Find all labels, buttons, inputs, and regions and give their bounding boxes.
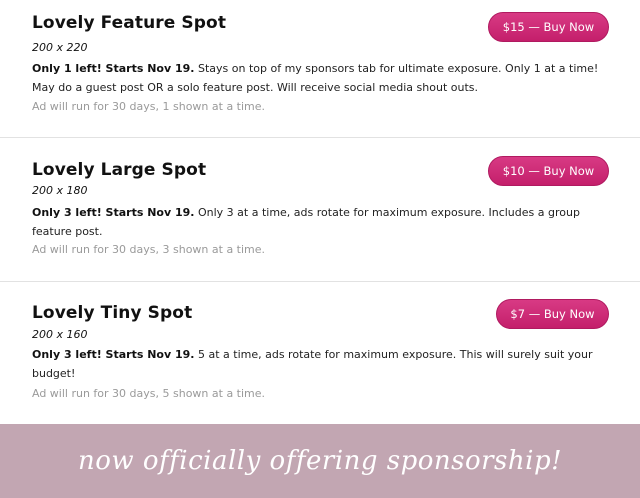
buy-now-button[interactable]: $15 — Buy Now [488, 12, 609, 42]
listing-size: 200 x 160 [32, 328, 88, 341]
listing-size: 200 x 220 [32, 41, 88, 54]
listing-description: Only 3 left! Starts Nov 19. Only 3 at a … [32, 203, 612, 241]
listing-title: Lovely Feature Spot [32, 13, 227, 33]
listing-highlight: Only 1 left! Starts Nov 19. [32, 62, 195, 75]
listing-run-info: Ad will run for 30 days, 1 shown at a ti… [32, 100, 266, 113]
listing-title: Lovely Tiny Spot [32, 303, 193, 323]
listing-description: Only 3 left! Starts Nov 19. 5 at a time,… [32, 345, 612, 383]
listing-tiny-spot: Lovely Tiny Spot 200 x 160 Only 3 left! … [0, 281, 640, 421]
listing-title: Lovely Large Spot [32, 160, 207, 180]
listing-highlight: Only 3 left! Starts Nov 19. [32, 206, 195, 219]
listing-highlight: Only 3 left! Starts Nov 19. [32, 348, 195, 361]
listing-feature-spot: Lovely Feature Spot 200 x 220 Only 1 lef… [0, 0, 640, 137]
listing-run-info: Ad will run for 30 days, 5 shown at a ti… [32, 387, 266, 400]
listing-description: Only 1 left! Starts Nov 19. Stays on top… [32, 59, 612, 97]
buy-now-button[interactable]: $10 — Buy Now [488, 156, 609, 186]
listing-size: 200 x 180 [32, 184, 88, 197]
sponsorship-banner: now officially offering sponsorship! [0, 424, 640, 498]
listing-run-info: Ad will run for 30 days, 3 shown at a ti… [32, 243, 266, 256]
buy-now-button[interactable]: $7 — Buy Now [496, 299, 609, 329]
listing-large-spot: Lovely Large Spot 200 x 180 Only 3 left!… [0, 137, 640, 281]
banner-text: now officially offering sponsorship! [77, 446, 563, 476]
